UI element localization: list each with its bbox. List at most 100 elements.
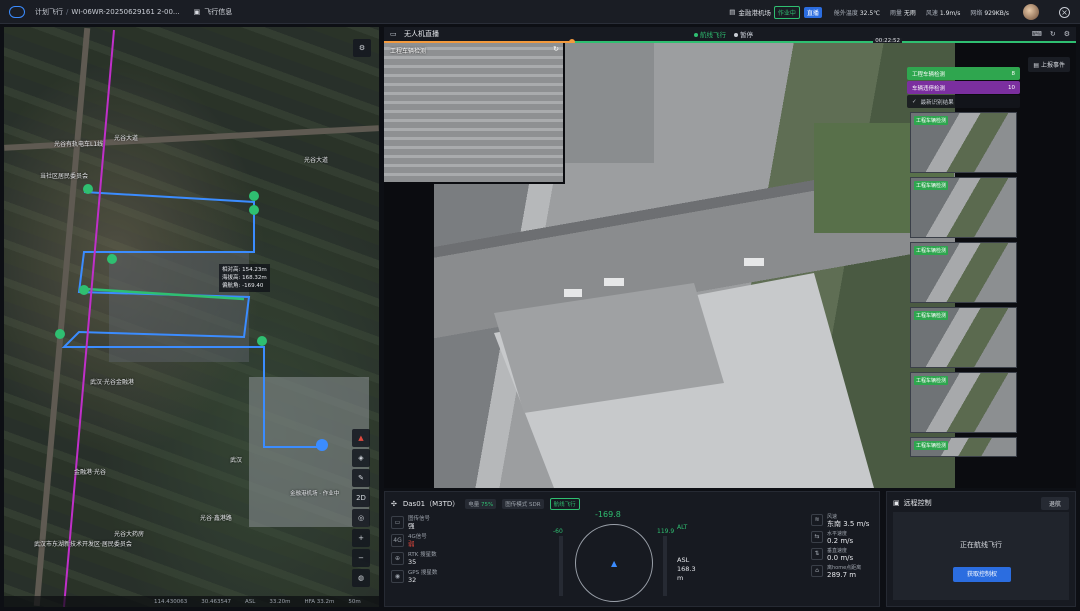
breadcrumb-task[interactable]: WI-06WR-20250629161 2-00... <box>71 8 179 16</box>
rtk-icon: ⊕ <box>391 552 404 565</box>
flight-info-icon: ▣ <box>193 7 201 16</box>
check-icon: ✓ <box>912 98 917 105</box>
flight-state: 航线飞行 <box>694 29 726 39</box>
map-label: 武汉·光谷金融港 <box>90 379 134 386</box>
recent-results-header: ✓ 最新识别结果 <box>907 95 1020 108</box>
map-label: 光谷大道 <box>114 135 139 142</box>
gps-icon: ◉ <box>391 570 404 583</box>
wind-icon: ≋ <box>811 514 823 526</box>
dock-map-tag: 金融港机场 · 作业中 <box>290 491 340 497</box>
video-title: 无人机直播 <box>404 30 439 38</box>
locate-icon[interactable]: ◎ <box>352 509 370 527</box>
remote-title: 远程控制 <box>903 499 932 507</box>
zoom-in-icon[interactable]: + <box>352 529 370 547</box>
image-transfer-icon: ▭ <box>391 516 404 529</box>
rain-stat: 雨量 无雨 <box>889 9 916 17</box>
weather-bar: 舱外温度 32.5℃ 雨量 无雨 风速 1.9m/s 网络 929KB/s <box>834 8 1009 17</box>
compass-dial: ▲ <box>575 524 653 602</box>
battery-tag: 电量 75% <box>465 499 497 509</box>
map-label: 武汉 <box>230 457 243 464</box>
pen-icon[interactable]: ✎ <box>352 469 370 487</box>
upload-icon: ▤ <box>1033 62 1040 69</box>
network-stat: 网络 929KB/s <box>970 9 1009 17</box>
detection-thumb[interactable]: 工程车辆检测 <box>910 307 1017 368</box>
attitude-indicator: -169.8 -60 ▲ 119.9 ALT ASL 168.3 m <box>545 510 696 606</box>
refresh-icon[interactable]: ↻ <box>1050 30 1056 38</box>
zoom-out-icon[interactable]: − <box>352 549 370 567</box>
detection-thumb[interactable]: 工程车辆检测 <box>910 112 1017 173</box>
map-view[interactable]: 光谷有轨电车L1线 光谷大道 光谷大道 当社区居民委员会 武汉·光谷金融港 金融… <box>4 27 379 607</box>
detection-thumb[interactable]: 工程车辆检测 <box>910 242 1017 303</box>
flight-mode-tag: 航线飞行 <box>549 498 580 510</box>
map-label: 金融港·光谷 <box>74 469 106 476</box>
compass-icon[interactable]: ▲ <box>352 429 370 447</box>
detection-list: 工程车辆检测 8 车辆违停检测 10 ✓ 最新识别结果 工程车辆检测 工程车辆检测 工… <box>907 67 1020 487</box>
drone-icon: ✣ <box>391 500 397 508</box>
longitude: 114.430063 <box>154 598 188 605</box>
home-distance-icon: ⌂ <box>811 565 823 577</box>
map-settings-icon[interactable]: ⚙ <box>353 39 371 57</box>
telemetry-panel: ✣ Das01（M3TD） 电量 75% 图传模式 SDR 航线飞行 ▭ 图传信号… <box>384 491 880 607</box>
detection-thumb[interactable]: 工程车辆检测 <box>910 372 1017 433</box>
keyboard-icon[interactable]: ⌨ <box>1032 30 1042 38</box>
dock-status-badge: 作业中 <box>773 5 800 19</box>
event-parking-detect[interactable]: 车辆违停检测 10 <box>907 81 1020 94</box>
flight-stats: ≋ 风速 东南 3.5 m/s ⇆ 水平速度 0.2 m/s ⇅ 垂直速度 0.0 m/s … <box>811 514 877 582</box>
scale: 50m <box>348 598 361 605</box>
pip-video[interactable]: 工程车辆检测 ↻ <box>384 43 565 184</box>
alt-label: ALT <box>677 524 688 531</box>
vertical-speed-icon: ⇅ <box>811 548 823 560</box>
dock-selector[interactable]: ▤ 金融港机场 作业中 <box>729 5 800 19</box>
horizontal-speed-icon: ⇆ <box>811 531 823 543</box>
report-event-button[interactable]: ▤ 上报事件 <box>1028 57 1070 72</box>
map-label: 当社区居民委员会 <box>40 173 89 180</box>
globe-icon[interactable]: ◍ <box>352 569 370 587</box>
event-vehicle-detect[interactable]: 工程车辆检测 8 <box>907 67 1020 80</box>
layers-icon[interactable]: ◈ <box>352 449 370 467</box>
pause-button[interactable]: 暂停 <box>734 29 753 39</box>
hfa: HFA 33.2m <box>304 598 335 605</box>
get-control-button[interactable]: 获取控制权 <box>953 567 1011 582</box>
pip-swap-icon[interactable]: ↻ <box>553 45 559 53</box>
video-panel: ▭ 无人机直播 航线飞行 暂停 ⌨ ↻ ⚙ 00:22:52 工程车辆检测 ↻ … <box>384 27 1076 488</box>
map-status-bar: 114.430063 30.463547 ASL 33.20m HFA 33.2… <box>4 596 379 607</box>
breadcrumb-plan[interactable]: 计划飞行 <box>35 8 63 16</box>
asl-value: 33.20m <box>269 598 291 605</box>
detection-thumb[interactable]: 工程车辆检测 <box>910 177 1017 238</box>
map-label: 光谷·鑫港路 <box>200 515 232 522</box>
remote-state: 正在航线飞行 <box>960 541 1002 549</box>
live-button[interactable]: 直播 <box>803 6 822 18</box>
flight-info-button[interactable]: ▣ 飞行信息 <box>194 7 233 17</box>
drone-info-overlay: 相对高: 154.23m 海拔高: 168.32m 偏航角: -169.40 <box>219 264 270 292</box>
4g-icon: 4G <box>391 534 404 547</box>
flight-route <box>55 29 328 607</box>
right-value: 119.9 <box>657 528 675 535</box>
map-label: 光谷大药房 <box>114 531 145 538</box>
map-label: 光谷有轨电车L1线 <box>54 141 104 148</box>
video-header: ▭ 无人机直播 航线飞行 暂停 ⌨ ↻ ⚙ <box>384 27 1076 41</box>
left-speed-bar <box>559 536 563 596</box>
drone-name: Das01（M3TD） <box>402 500 460 508</box>
camera-icon: ▭ <box>390 30 397 38</box>
return-home-button[interactable]: 退航 <box>1040 497 1069 510</box>
flight-info-label: 飞行信息 <box>204 7 233 16</box>
heading-value: -169.8 <box>595 510 621 519</box>
settings-icon[interactable]: ⚙ <box>1064 30 1070 38</box>
signal-list: ▭ 图传信号强 4G 4G信号弱 ⊕ RTK 搜星数 35 ◉ GPS 搜星数 32 <box>391 516 461 588</box>
breadcrumb: 计划飞行 / WI-06WR-20250629161 2-00... <box>35 7 180 16</box>
asl-readout: ASL 168.3 m <box>677 556 696 582</box>
detection-thumb[interactable]: 工程车辆检测 <box>910 437 1017 457</box>
latitude: 30.463547 <box>201 598 231 605</box>
mode-tag: 图传模式 SDR <box>502 499 544 509</box>
map-toolbar: ▲ ◈ ✎ 2D ◎ + − ◍ <box>352 429 370 587</box>
map-label: 光谷大道 <box>304 157 329 164</box>
cloud-logo-icon <box>9 5 25 18</box>
left-speed-value: -60 <box>553 528 563 535</box>
altitude-bar <box>663 536 667 596</box>
avatar[interactable] <box>1023 4 1039 20</box>
close-icon[interactable]: × <box>1059 6 1070 18</box>
dock-icon: ▤ <box>729 8 736 16</box>
dock-name: 金融港机场 <box>738 9 771 17</box>
view-2d-button[interactable]: 2D <box>352 489 370 507</box>
wind-stat: 风速 1.9m/s <box>925 9 961 17</box>
